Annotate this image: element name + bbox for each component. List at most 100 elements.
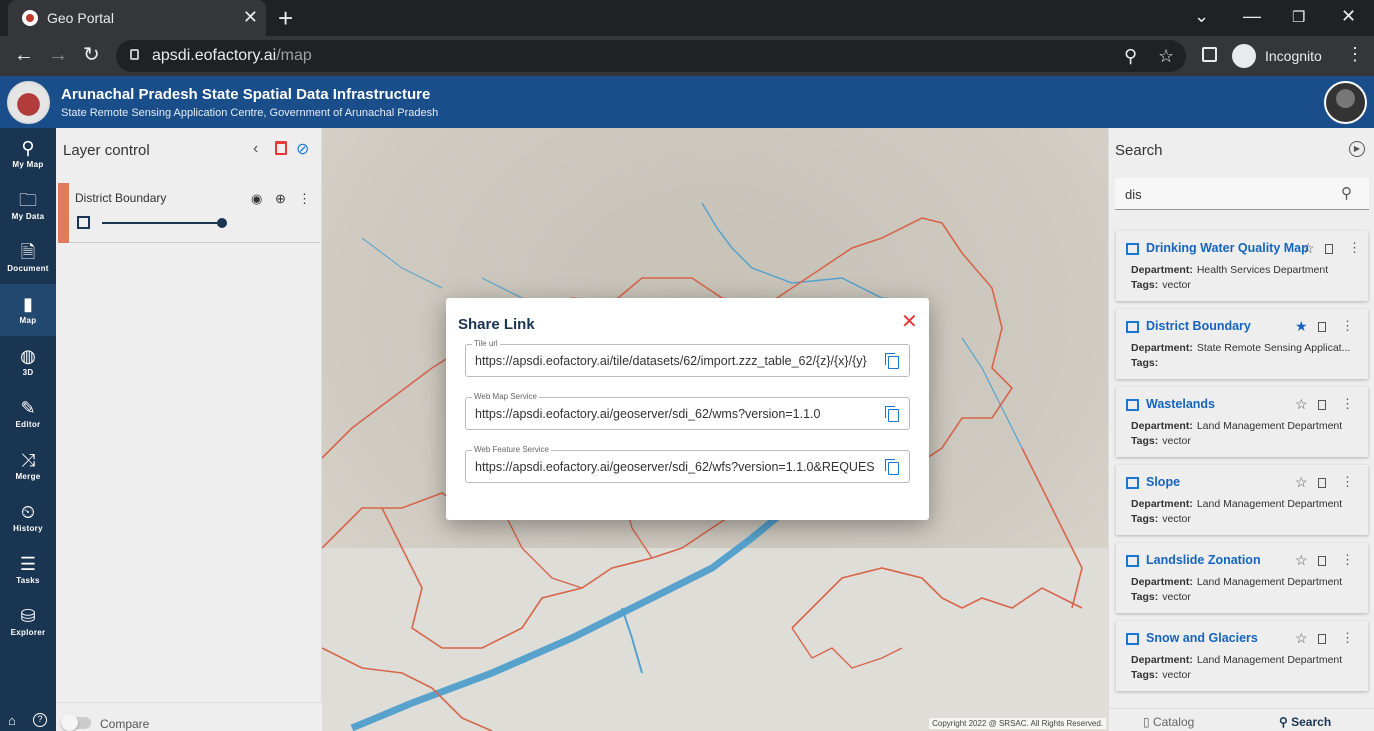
- result-card[interactable]: Snow and Glaciers ☆ ⋮ Department: Land Ma…: [1116, 621, 1368, 691]
- result-more-icon[interactable]: ⋮: [1341, 318, 1354, 334]
- compare-toggle[interactable]: [61, 714, 91, 731]
- field-value[interactable]: https://apsdi.eofactory.ai/geoserver/sdi…: [475, 407, 875, 421]
- layer-control-title: Layer control: [63, 142, 150, 159]
- result-title[interactable]: Slope: [1146, 475, 1180, 489]
- side-panel-icon[interactable]: [1202, 47, 1217, 62]
- tab-close-icon[interactable]: ✕: [243, 7, 258, 27]
- visibility-eye-icon[interactable]: ◉: [251, 191, 262, 207]
- favorite-star-filled-icon[interactable]: ★: [1295, 318, 1308, 335]
- nav-bottom: ⌂ ?: [0, 711, 56, 731]
- add-to-map-icon[interactable]: [1318, 634, 1326, 644]
- add-to-map-icon[interactable]: [1318, 322, 1326, 332]
- folder-icon: 🗀: [19, 190, 37, 210]
- add-to-map-icon[interactable]: [1318, 478, 1326, 488]
- tab-title: Geo Portal: [47, 10, 114, 26]
- nav-document[interactable]: 🗎 Document: [0, 232, 56, 284]
- result-tags: Tags: vector: [1131, 435, 1191, 447]
- copy-icon[interactable]: [885, 459, 899, 475]
- forward-icon[interactable]: →: [48, 45, 68, 65]
- hide-all-layers-icon[interactable]: ⊘: [296, 139, 309, 159]
- result-more-icon[interactable]: ⋮: [1341, 630, 1354, 646]
- nav-tasks[interactable]: ☰ Tasks: [0, 544, 56, 596]
- result-tags: Tags: vector: [1131, 591, 1191, 603]
- result-more-icon[interactable]: ⋮: [1348, 240, 1361, 256]
- home-icon[interactable]: ⌂: [8, 713, 16, 728]
- result-title[interactable]: Drinking Water Quality Map: [1146, 241, 1309, 255]
- globe-icon: ◍: [20, 346, 36, 366]
- nav-explorer[interactable]: ⛁ Explorer: [0, 596, 56, 648]
- lock-icon: [130, 49, 139, 60]
- zoom-to-layer-icon[interactable]: ⊕: [275, 191, 286, 207]
- browser-menu-icon[interactable]: ⋮: [1346, 44, 1364, 65]
- tile-url-field[interactable]: Tile url https://apsdi.eofactory.ai/tile…: [465, 339, 910, 377]
- field-value[interactable]: https://apsdi.eofactory.ai/geoserver/sdi…: [475, 460, 875, 474]
- nav-map[interactable]: ▮ Map: [0, 284, 56, 336]
- search-icon[interactable]: ⚲: [1341, 184, 1352, 202]
- favorite-star-icon[interactable]: ☆: [1295, 474, 1308, 491]
- result-more-icon[interactable]: ⋮: [1341, 474, 1354, 490]
- copy-icon[interactable]: [885, 353, 899, 369]
- wfs-url-field[interactable]: Web Feature Service https://apsdi.eofact…: [465, 445, 910, 483]
- bookmark-star-icon[interactable]: ☆: [1158, 46, 1174, 67]
- new-tab-button[interactable]: +: [278, 4, 293, 32]
- tab-search[interactable]: ⚲ Search: [1279, 715, 1331, 729]
- minimize-icon[interactable]: —: [1243, 6, 1261, 27]
- delete-all-icon[interactable]: [275, 141, 287, 155]
- result-card[interactable]: Drinking Water Quality Map ☆ ⋮ Departmen…: [1116, 231, 1368, 301]
- result-card[interactable]: Landslide Zonation ☆ ⋮ Department: Land M…: [1116, 543, 1368, 613]
- wms-url-field[interactable]: Web Map Service https://apsdi.eofactory.…: [465, 392, 910, 430]
- result-title[interactable]: Snow and Glaciers: [1146, 631, 1258, 645]
- polygon-type-icon: [1126, 477, 1139, 489]
- tab-search-icon[interactable]: ⌄: [1194, 6, 1209, 27]
- window-close-icon[interactable]: ✕: [1341, 6, 1356, 27]
- result-card[interactable]: Slope ☆ ⋮ Department: Land Management Dep…: [1116, 465, 1368, 535]
- result-card[interactable]: District Boundary ★ ⋮ Department: State R…: [1116, 309, 1368, 379]
- back-icon[interactable]: ←: [14, 45, 34, 65]
- result-title[interactable]: Landslide Zonation: [1146, 553, 1261, 567]
- favorite-star-icon[interactable]: ☆: [1295, 630, 1308, 647]
- copy-icon[interactable]: [885, 406, 899, 422]
- result-department: Department: State Remote Sensing Applicat…: [1131, 342, 1351, 354]
- search-query[interactable]: dis: [1125, 187, 1142, 202]
- nav-editor[interactable]: ✎ Editor: [0, 388, 56, 440]
- nav-3d[interactable]: ◍ 3D: [0, 336, 56, 388]
- nav-merge[interactable]: ⤨ Merge: [0, 440, 56, 492]
- browser-tab[interactable]: Geo Portal ✕: [8, 0, 266, 36]
- zoom-icon[interactable]: ⚲: [1124, 46, 1137, 67]
- favorite-star-icon[interactable]: ☆: [1302, 240, 1315, 257]
- layer-item[interactable]: District Boundary ◉ ⊕ ⋮: [58, 183, 320, 243]
- search-panel-tabs: ▯ Catalog ⚲ Search: [1109, 708, 1374, 731]
- layer-control-panel: Layer control ‹ ⊘ District Boundary ◉ ⊕ …: [56, 128, 322, 731]
- drag-handle[interactable]: [58, 183, 69, 243]
- search-input[interactable]: dis ⚲: [1115, 178, 1369, 210]
- help-icon[interactable]: ?: [33, 713, 47, 727]
- collapse-chevron-icon[interactable]: ‹: [253, 140, 258, 158]
- address-bar[interactable]: apsdi.eofactory.ai/map ⚲ ☆: [116, 40, 1186, 72]
- add-to-map-icon[interactable]: [1318, 400, 1326, 410]
- nav-my-data[interactable]: 🗀 My Data: [0, 180, 56, 232]
- collapse-panel-icon[interactable]: ▶: [1349, 141, 1365, 157]
- polygon-type-icon: [77, 216, 90, 229]
- opacity-slider-thumb[interactable]: [217, 218, 227, 228]
- dialog-close-icon[interactable]: ✕: [901, 312, 918, 332]
- favorite-star-icon[interactable]: ☆: [1295, 552, 1308, 569]
- user-avatar[interactable]: [1324, 81, 1367, 124]
- restore-icon[interactable]: ❐: [1292, 8, 1305, 26]
- add-to-map-icon[interactable]: [1325, 244, 1333, 254]
- field-value[interactable]: https://apsdi.eofactory.ai/tile/datasets…: [475, 354, 875, 368]
- dialog-title: Share Link: [458, 316, 535, 333]
- result-more-icon[interactable]: ⋮: [1341, 396, 1354, 412]
- search-panel-title: Search: [1115, 142, 1163, 159]
- favorite-star-icon[interactable]: ☆: [1295, 396, 1308, 413]
- nav-my-map[interactable]: ⚲ My Map: [0, 128, 56, 180]
- layer-more-icon[interactable]: ⋮: [298, 191, 311, 207]
- result-more-icon[interactable]: ⋮: [1341, 552, 1354, 568]
- reload-icon[interactable]: ↻: [83, 45, 100, 65]
- nav-history[interactable]: ⏲ History: [0, 492, 56, 544]
- opacity-slider-track[interactable]: [102, 222, 222, 224]
- result-title[interactable]: Wastelands: [1146, 397, 1215, 411]
- tab-catalog[interactable]: ▯ Catalog: [1143, 715, 1194, 729]
- add-to-map-icon[interactable]: [1318, 556, 1326, 566]
- result-card[interactable]: Wastelands ☆ ⋮ Department: Land Managemen…: [1116, 387, 1368, 457]
- result-title[interactable]: District Boundary: [1146, 319, 1251, 333]
